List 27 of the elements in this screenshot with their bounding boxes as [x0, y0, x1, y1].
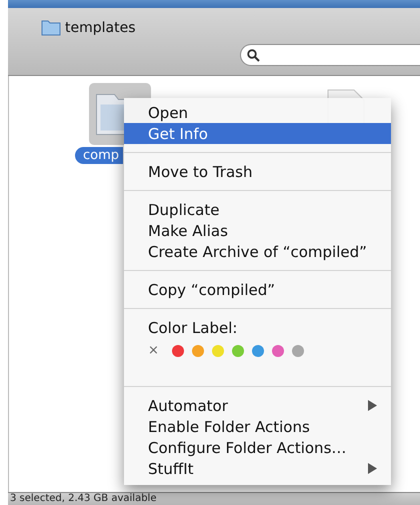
color-dot[interactable]: [172, 344, 184, 356]
menu-item[interactable]: Automator: [124, 395, 391, 416]
menu-item[interactable]: Create Archive of “compiled”: [124, 241, 391, 262]
window-title: templates: [65, 20, 136, 36]
color-dot[interactable]: [292, 344, 304, 356]
menu-item[interactable]: Enable Folder Actions: [124, 416, 391, 437]
status-bar: 3 selected, 2.43 GB available: [8, 492, 420, 505]
search-field[interactable]: [240, 44, 420, 66]
menu-item[interactable]: Copy “compiled”: [124, 279, 391, 300]
color-dot[interactable]: [232, 344, 244, 356]
menu-label: Color Label:: [148, 319, 238, 337]
color-dot[interactable]: [192, 344, 204, 356]
search-icon: [247, 48, 260, 62]
color-dot[interactable]: [252, 344, 264, 356]
no-color-button[interactable]: ×: [148, 343, 160, 358]
menu-item[interactable]: StuffIt: [124, 458, 391, 479]
color-dot[interactable]: [212, 344, 224, 356]
menu-item[interactable]: Make Alias: [124, 220, 391, 241]
menu-item[interactable]: Move to Trash: [124, 161, 391, 182]
folder-icon: [41, 19, 61, 36]
menu-item[interactable]: Open: [124, 102, 391, 123]
menu-item[interactable]: Configure Folder Actions…: [124, 437, 391, 458]
menu-item[interactable]: Duplicate: [124, 199, 391, 220]
color-dot[interactable]: [272, 344, 284, 356]
file-name[interactable]: comp: [75, 147, 124, 164]
folder-icon: [96, 94, 124, 134]
menu-item[interactable]: Get Info: [124, 123, 391, 144]
